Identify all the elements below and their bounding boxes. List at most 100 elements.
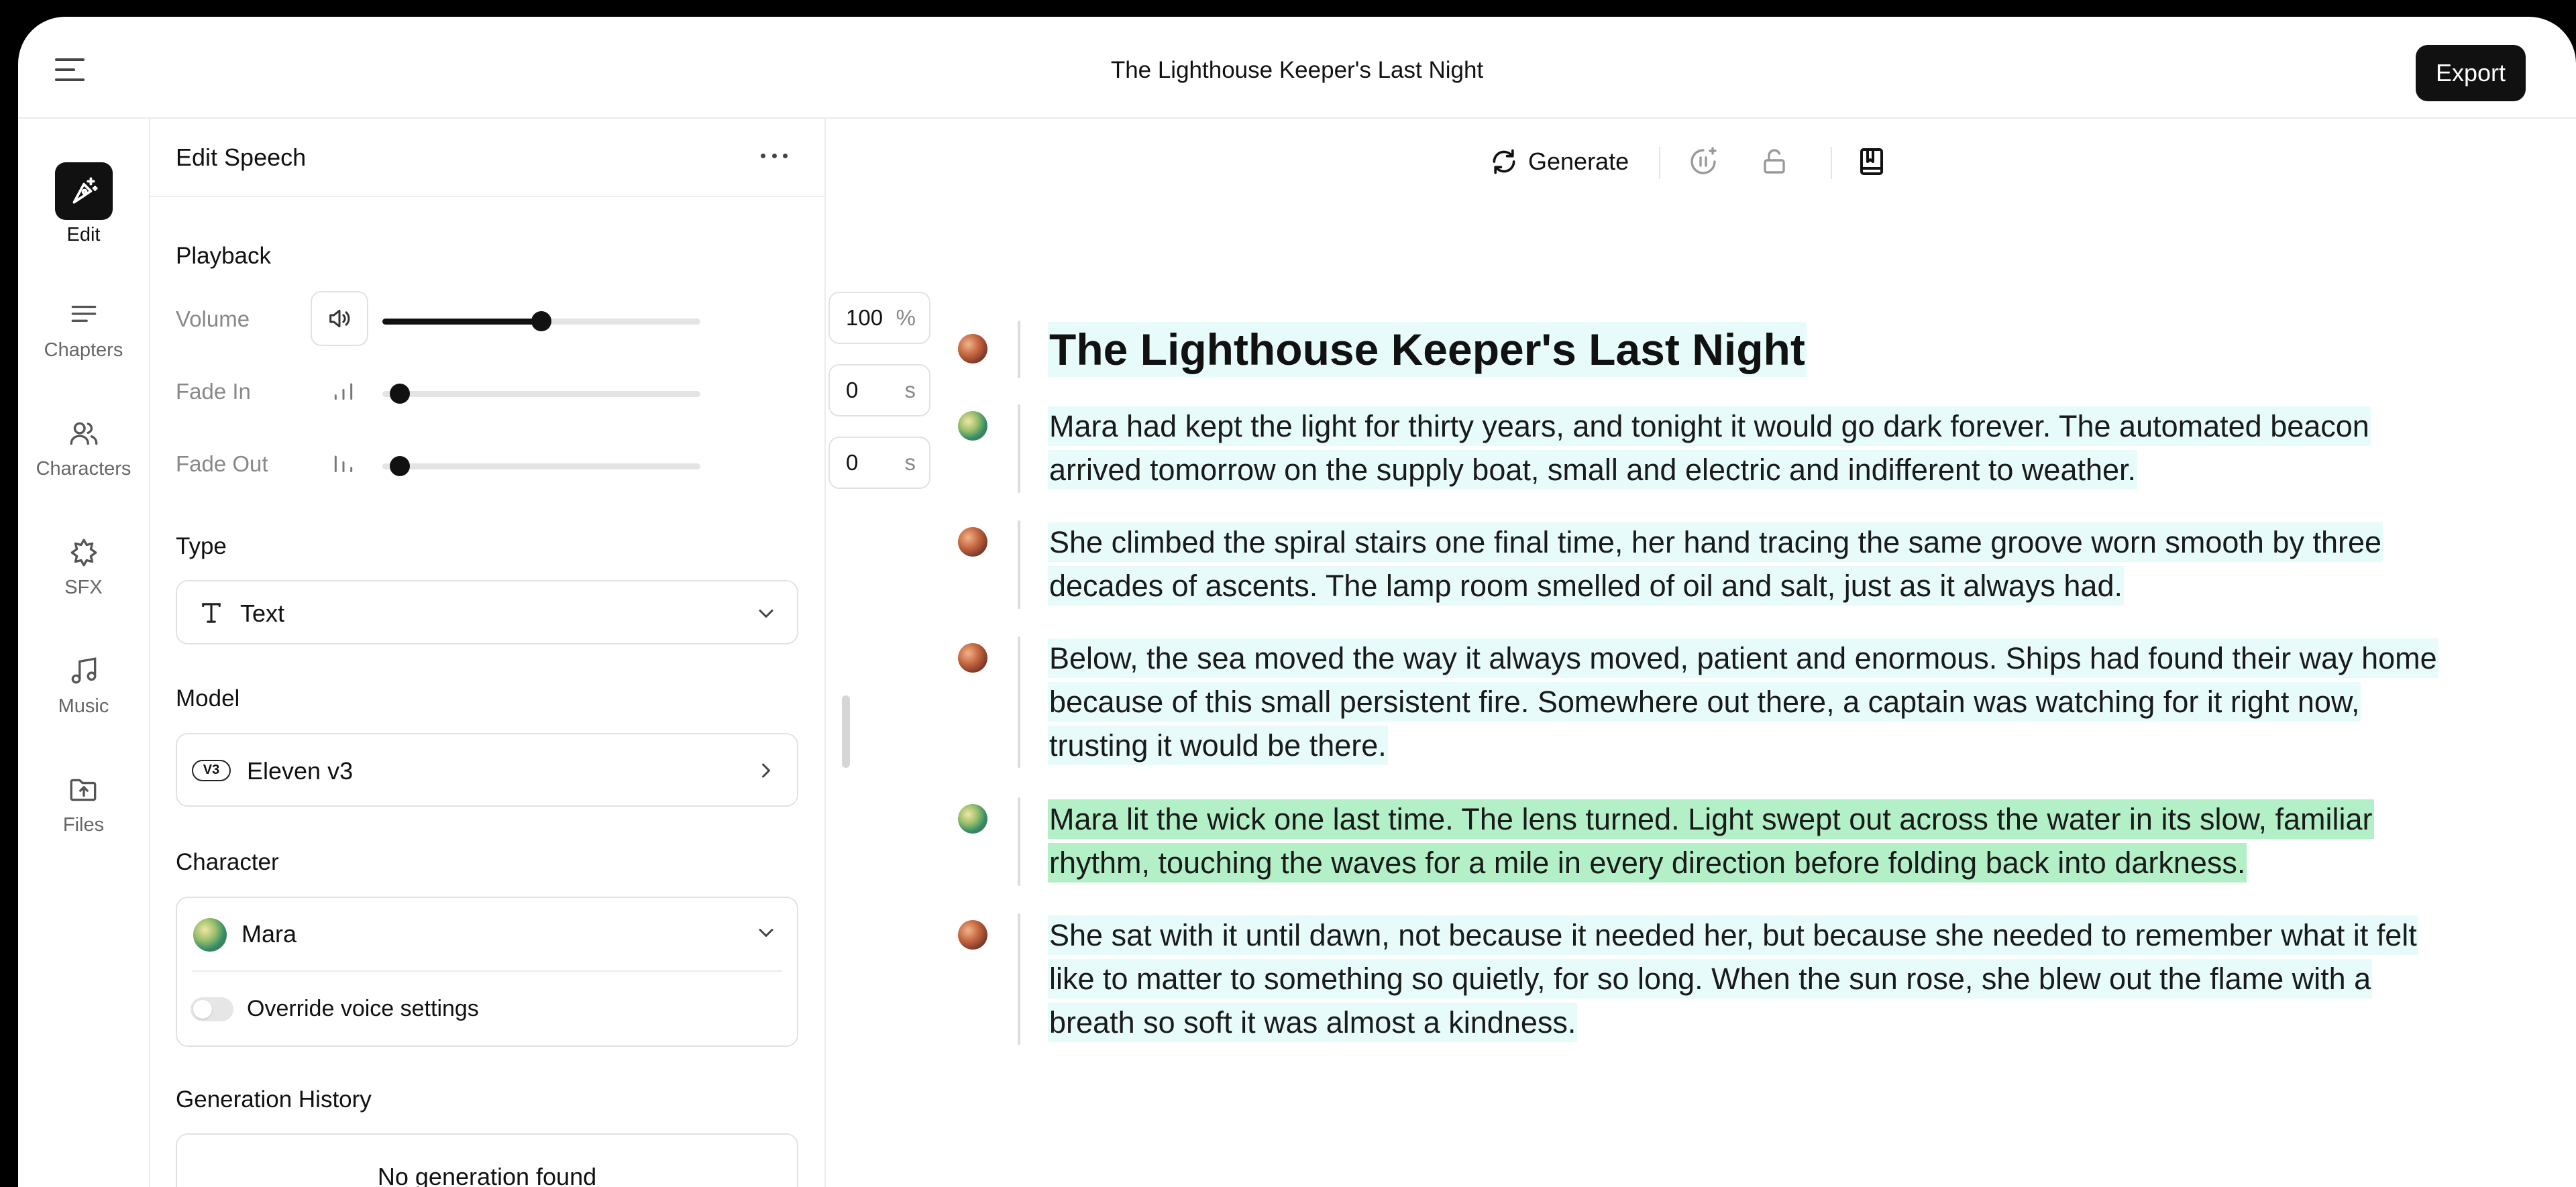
rail-label: Music [58,695,109,717]
rail-item-chapters[interactable]: Chapters [18,295,149,361]
fade-in-label: Fade In [176,379,251,404]
paragraph-highlight: She climbed the spiral stairs one final … [1048,522,2383,606]
rail-label: SFX [64,577,103,598]
block-bar [1018,520,1020,609]
generate-label: Generate [1528,148,1629,175]
rail-item-sfx[interactable]: SFX [18,532,149,599]
app-window: The Lighthouse Keeper's Last Night Expor… [18,17,2576,1187]
panel-resize-handle[interactable] [842,695,850,768]
divider [192,970,782,972]
character-avatar [193,918,227,952]
speaker-avatar-narrator[interactable] [958,527,987,557]
character-label: Character [176,849,279,875]
generation-history-label: Generation History [176,1086,372,1113]
volume-slider-handle[interactable] [531,311,551,331]
block-bar [1018,913,1020,1045]
override-voice-toggle[interactable] [191,997,233,1021]
rail-label: Files [62,814,105,836]
speaker-avatar-mara[interactable] [958,804,987,834]
rail-item-characters[interactable]: Characters [18,414,149,480]
add-pause-icon[interactable] [1684,143,1722,180]
chapters-icon [64,295,104,335]
fade-out-slider-handle[interactable] [390,456,410,476]
paragraph-text: She sat with it until dawn, not because … [1048,913,2453,1044]
mute-toggle-button[interactable] [311,291,368,346]
paragraph-highlight-selected: Mara lit the wick one last time. The len… [1048,799,2374,883]
speaker-icon [329,309,350,328]
edit-sparkle-icon [54,162,113,220]
chevron-right-icon [754,758,778,786]
volume-value: 100 [846,305,883,330]
paragraph-text: Mara lit the wick one last time. The len… [1048,797,2453,885]
document-heading: The Lighthouse Keeper's Last Night [1048,321,2453,378]
speaker-avatar-narrator[interactable] [958,920,987,950]
sfx-icon [64,532,104,573]
paragraph-text: Below, the sea moved the way it always m… [1048,636,2453,767]
document-title: The Lighthouse Keeper's Last Night [1110,57,1484,83]
rail-item-files[interactable]: Files [18,770,149,836]
paragraph-block[interactable]: She climbed the spiral stairs one final … [957,520,2453,609]
fade-out-slider[interactable] [382,456,700,476]
paragraph-text: Mara had kept the light for thirty years… [1048,404,2453,492]
speaker-avatar-mara[interactable] [958,411,987,441]
rail-item-music[interactable]: Music [18,651,149,718]
playback-label: Playback [176,243,272,269]
generation-history-box: No generation found [176,1133,798,1187]
block-bar [1018,797,1020,886]
fade-out-input[interactable]: 0 s [828,437,930,489]
heading-text: The Lighthouse Keeper's Last Night [1048,322,1807,377]
edit-speech-panel: Edit Speech Playback Volume 100 % Fade I… [150,119,930,1187]
paragraph-text: She climbed the spiral stairs one final … [1048,520,2453,608]
book-icon[interactable] [1853,143,1890,180]
block-bar [1018,636,1020,768]
unlock-icon[interactable] [1756,143,1793,180]
volume-slider[interactable] [382,311,700,331]
paragraph-highlight: Mara had kept the light for thirty years… [1048,406,2371,490]
paragraph-highlight: Below, the sea moved the way it always m… [1048,638,2438,765]
fade-out-value: 0 [846,450,859,475]
fade-in-input[interactable]: 0 s [828,364,930,416]
left-nav-rail: Edit Chapters Characters SFX Music Files [18,119,150,1187]
speaker-avatar-narrator[interactable] [958,334,987,363]
rail-item-edit[interactable]: Edit [18,162,149,246]
files-icon [64,770,104,810]
fade-out-unit: s [904,450,916,475]
rail-label: Characters [36,458,131,479]
fade-in-slider-handle[interactable] [390,384,410,404]
generate-button[interactable]: Generate [1489,142,1629,182]
paragraph-highlight: She sat with it until dawn, not because … [1048,915,2418,1042]
speaker-avatar-narrator[interactable] [958,643,987,673]
type-select[interactable]: Text [176,580,798,644]
top-bar: The Lighthouse Keeper's Last Night Expor… [18,17,2576,119]
fade-in-icon [330,379,357,406]
type-value: Text [240,600,285,627]
more-options-icon[interactable] [761,146,788,166]
volume-input[interactable]: 100 % [828,292,930,344]
rail-label: Edit [66,224,101,245]
fade-out-label: Fade Out [176,451,268,476]
volume-slider-fill [382,319,541,325]
type-label: Type [176,533,227,559]
fade-out-icon [330,451,357,479]
block-bar [1018,321,1020,378]
document-heading-block[interactable]: The Lighthouse Keeper's Last Night [957,321,2453,378]
export-button[interactable]: Export [2416,45,2526,101]
model-select[interactable]: V3 Eleven v3 [176,733,798,807]
fade-in-value: 0 [846,378,859,402]
paragraph-block-selected[interactable]: Mara lit the wick one last time. The len… [957,797,2453,886]
chevron-down-icon [754,921,778,948]
character-select[interactable]: Mara [177,898,797,970]
chevron-down-icon [754,602,778,629]
paragraph-block[interactable]: Below, the sea moved the way it always m… [957,636,2453,768]
paragraph-block[interactable]: Mara had kept the light for thirty years… [957,404,2453,493]
fade-in-slider[interactable] [382,384,700,404]
paragraph-block[interactable]: She sat with it until dawn, not because … [957,913,2453,1045]
block-bar [1018,404,1020,493]
toolbar-divider [1831,147,1832,179]
character-value: Mara [241,920,297,948]
rail-label: Chapters [44,339,123,361]
volume-unit: % [896,305,916,330]
toolbar-divider [1659,147,1660,179]
panel-title: Edit Speech [176,144,307,171]
override-voice-label: Override voice settings [247,996,479,1021]
